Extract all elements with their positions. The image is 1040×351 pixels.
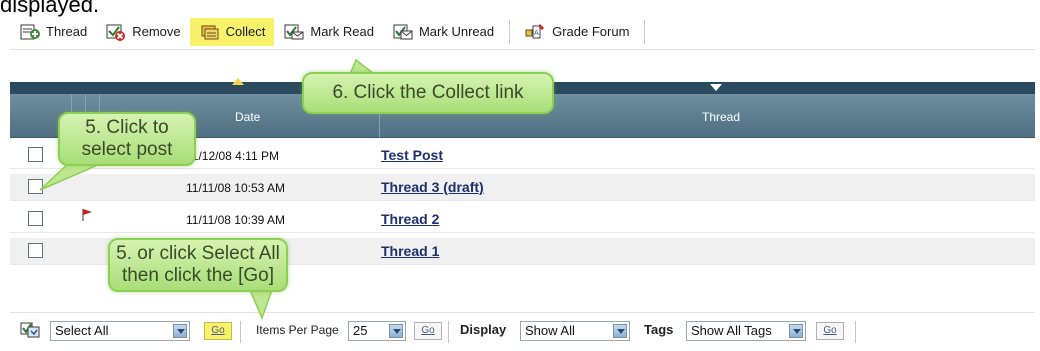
callout-select-post-line2: select post (81, 139, 173, 160)
callout-select-all: 5. or click Select All then click the [G… (108, 238, 288, 292)
callout-collect: 6. Click the Collect link (302, 72, 554, 114)
callout-select-post-line1: 5. Click to (85, 117, 169, 138)
callout-select-all-line2: then click the [Go] (121, 265, 275, 286)
callout-select-all-line1: 5. or click Select All (116, 243, 280, 264)
callout-select-post: 5. Click to select post (58, 112, 196, 166)
callout-pointers (39, 58, 377, 321)
